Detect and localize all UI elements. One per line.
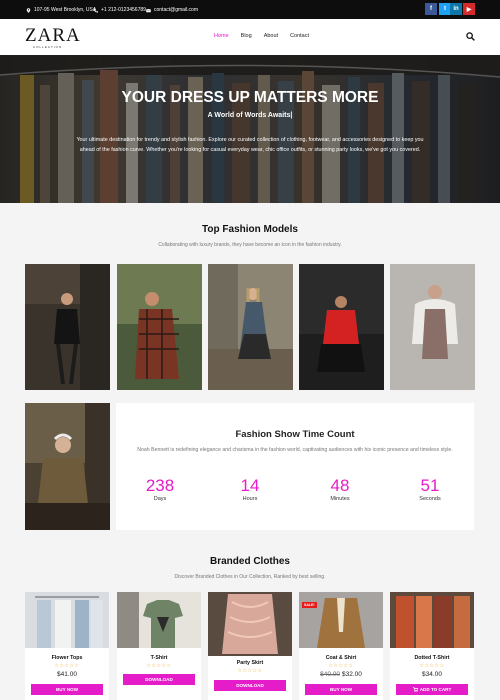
- product-price: $34.00: [422, 671, 442, 678]
- buy-now-button[interactable]: BUY NOW: [305, 684, 377, 695]
- top-bar: 107-95 West Brooklyn, USA +1 212-0123456…: [0, 0, 500, 19]
- countdown-label: Minutes: [330, 496, 350, 502]
- model-photo[interactable]: [299, 264, 384, 390]
- linkedin-icon[interactable]: in: [450, 3, 462, 15]
- product-price: $40.00 $32.00: [299, 671, 383, 678]
- model-photo[interactable]: [208, 264, 293, 390]
- cart-icon: [412, 687, 418, 692]
- product-old-price: $40.00: [320, 671, 340, 678]
- product-name[interactable]: T-Shirt: [117, 655, 201, 661]
- countdown-value: 51: [420, 476, 440, 495]
- product-rating: ☆☆☆☆☆: [146, 663, 172, 669]
- product-rating: ☆☆☆☆☆: [54, 663, 80, 669]
- main-nav: Home Blog About Contact: [214, 33, 309, 39]
- facebook-icon[interactable]: f: [425, 3, 437, 15]
- site-header: ZARA COLLECTION Home Blog About Contact: [0, 19, 500, 55]
- countdown-value: 238: [145, 476, 175, 495]
- product-image[interactable]: [25, 592, 109, 648]
- nav-blog[interactable]: Blog: [241, 33, 252, 39]
- product-sale-price: $32.00: [342, 671, 362, 678]
- sale-badge: SALE!: [302, 602, 317, 608]
- address-text: 107-95 West Brooklyn, USA: [34, 7, 97, 13]
- logo[interactable]: ZARA COLLECTION: [25, 25, 85, 51]
- download-button[interactable]: DOWNLOAD: [123, 674, 195, 685]
- models-section-title: Top Fashion Models: [202, 224, 298, 235]
- countdown-value: 48: [330, 476, 350, 495]
- hero-title: YOUR DRESS UP MATTERS MORE: [121, 89, 379, 106]
- hero-overlay: [0, 55, 500, 203]
- email-info[interactable]: contact@gmail.com: [146, 7, 198, 13]
- product-name[interactable]: Coat & Shirt: [299, 655, 383, 661]
- product-rating: ☆☆☆☆☆: [328, 663, 354, 669]
- models-section-subtitle: Collaborating with luxury brands, they h…: [158, 242, 342, 248]
- email-text: contact@gmail.com: [154, 7, 198, 13]
- phone-text: +1 212-0123456789: [101, 7, 146, 13]
- phone-info[interactable]: +1 212-0123456789: [93, 7, 146, 13]
- product-image[interactable]: [299, 592, 383, 648]
- location-pin-icon: [26, 7, 31, 13]
- hero-description: Your ultimate destination for trendy and…: [76, 137, 424, 153]
- product-rating: ☆☆☆☆☆: [419, 663, 445, 669]
- featured-model-photo[interactable]: [25, 403, 110, 530]
- nav-contact[interactable]: Contact: [290, 33, 309, 39]
- countdown-label: Hours: [242, 496, 258, 502]
- search-icon[interactable]: [466, 32, 475, 41]
- product-name[interactable]: Dotted T-Shirt: [390, 655, 474, 661]
- logo-text: ZARA: [25, 25, 81, 46]
- countdown-value: 14: [240, 476, 260, 495]
- phone-icon: [93, 7, 98, 13]
- add-to-cart-button[interactable]: ADD TO CART: [396, 684, 468, 695]
- countdown-description: Noah Bennett is redefining elegance and …: [137, 447, 453, 453]
- countdown-days: 238 Days: [130, 476, 190, 503]
- nav-about[interactable]: About: [264, 33, 278, 39]
- countdown-hours: 14 Hours: [220, 476, 280, 503]
- product-price: $41.00: [57, 671, 77, 678]
- envelope-icon: [146, 8, 151, 12]
- product-image[interactable]: [208, 592, 292, 656]
- branded-section-subtitle: Discover Branded Clothes in Our Collecti…: [174, 574, 326, 580]
- countdown-label: Days: [153, 496, 167, 502]
- youtube-icon[interactable]: ▶: [463, 3, 475, 15]
- countdown-label: Seconds: [419, 496, 441, 502]
- nav-home[interactable]: Home: [214, 33, 229, 39]
- product-card[interactable]: Party Skirt ☆☆☆☆☆ DOWNLOAD: [208, 592, 292, 700]
- product-image[interactable]: [117, 592, 201, 648]
- product-card[interactable]: SALE! Coat & Shirt ☆☆☆☆☆ $40.00 $32.00 BU…: [299, 592, 383, 700]
- product-card[interactable]: T-Shirt ☆☆☆☆☆ DOWNLOAD: [117, 592, 201, 700]
- product-card[interactable]: Flower Tops ☆☆☆☆☆ $41.00 BUY NOW: [25, 592, 109, 700]
- model-photo[interactable]: [117, 264, 202, 390]
- hero-subtitle: A World of Words Awaits|: [207, 112, 293, 119]
- product-name[interactable]: Flower Tops: [25, 655, 109, 661]
- countdown-seconds: 51 Seconds: [400, 476, 460, 503]
- product-name[interactable]: Party Skirt: [208, 660, 292, 666]
- countdown-title: Fashion Show Time Count: [235, 429, 355, 440]
- address-info: 107-95 West Brooklyn, USA: [26, 7, 96, 13]
- model-photo[interactable]: [390, 264, 475, 390]
- logo-subtext: COLLECTION: [33, 45, 63, 49]
- download-button[interactable]: DOWNLOAD: [214, 680, 286, 691]
- branded-section-title: Branded Clothes: [209, 556, 290, 567]
- countdown-minutes: 48 Minutes: [310, 476, 370, 503]
- model-photo[interactable]: [25, 264, 110, 390]
- product-rating: ☆☆☆☆☆: [237, 668, 263, 674]
- hero-banner: YOUR DRESS UP MATTERS MORE A World of Wo…: [0, 55, 500, 203]
- product-card[interactable]: Dotted T-Shirt ☆☆☆☆☆ $34.00 ADD TO CART: [390, 592, 474, 700]
- countdown-card: Fashion Show Time Count Noah Bennett is …: [116, 403, 474, 530]
- product-image[interactable]: [390, 592, 474, 648]
- buy-now-button[interactable]: BUY NOW: [31, 684, 103, 695]
